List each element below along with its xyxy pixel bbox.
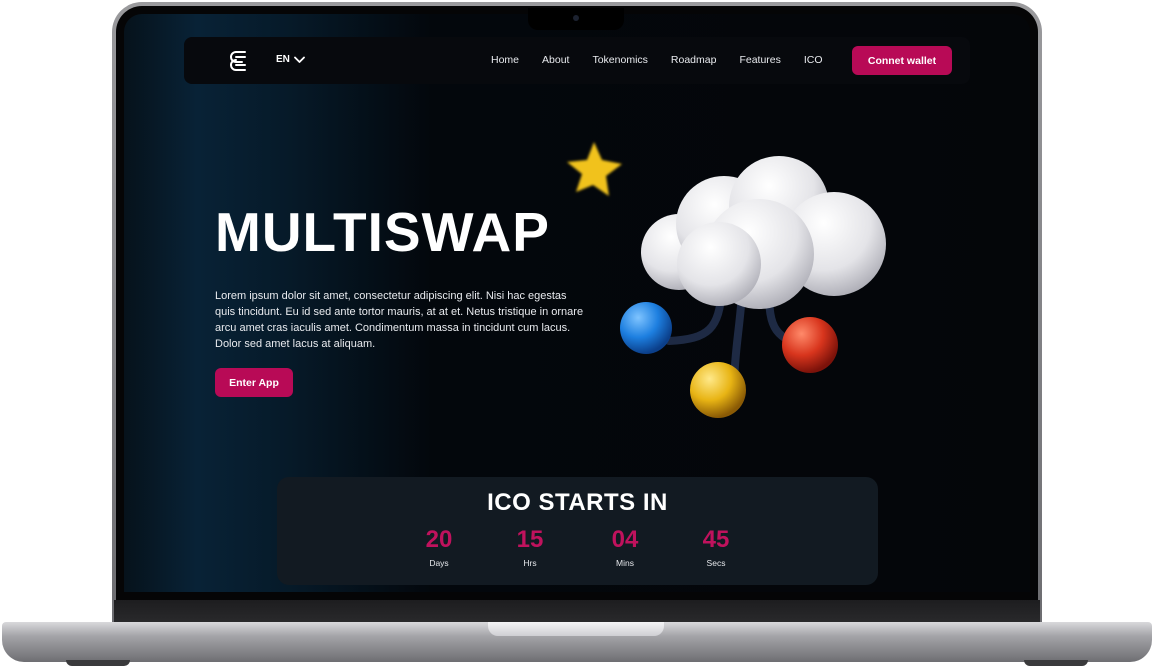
laptop-chin (114, 600, 1040, 624)
language-label: EN (276, 54, 290, 65)
connect-wallet-button[interactable]: Connet wallet (852, 46, 952, 75)
countdown-label: Days (429, 558, 449, 568)
laptop-opening-notch (488, 622, 664, 636)
camera-notch (528, 8, 624, 30)
countdown-value: 20 (425, 526, 453, 553)
laptop-screen: EN Home About Tokenomics Roadmap Feature… (124, 14, 1030, 592)
countdown-label: Hrs (523, 558, 537, 568)
nav-link-ico[interactable]: ICO (804, 54, 823, 66)
red-sphere (782, 317, 838, 373)
yellow-sphere (690, 362, 746, 418)
countdown-panel: ICO STARTS IN 20 Days 15 Hrs 04 Mins 45 … (277, 477, 878, 585)
countdown-value: 45 (702, 526, 730, 553)
countdown-minutes: 04 Mins (595, 526, 655, 568)
enter-app-button[interactable]: Enter App (215, 368, 293, 397)
laptop-foot-left (66, 660, 130, 666)
cloud-network-illustration (567, 142, 886, 418)
countdown-label: Secs (706, 558, 726, 568)
nav-links: Home About Tokenomics Roadmap Features I… (491, 54, 846, 66)
cloud-shape (641, 156, 886, 309)
laptop-foot-right (1024, 660, 1088, 666)
navbar: EN Home About Tokenomics Roadmap Feature… (184, 37, 970, 84)
countdown-value: 04 (611, 526, 639, 553)
stacked-e-logo-icon[interactable] (228, 49, 250, 73)
countdown-label: Mins (616, 558, 634, 568)
nav-link-about[interactable]: About (542, 54, 569, 66)
star-icon (567, 142, 622, 196)
language-selector[interactable]: EN (276, 54, 305, 65)
countdown-hours: 15 Hrs (500, 526, 560, 568)
hero-description: Lorem ipsum dolor sit amet, consectetur … (215, 290, 584, 350)
nav-link-home[interactable]: Home (491, 54, 519, 66)
countdown-days: 20 Days (409, 526, 469, 568)
nav-link-tokenomics[interactable]: Tokenomics (592, 54, 647, 66)
camera-icon (573, 15, 579, 21)
hero-title: MULTISWAP (215, 201, 550, 263)
countdown-title: ICO STARTS IN (487, 489, 668, 516)
nav-link-roadmap[interactable]: Roadmap (671, 54, 717, 66)
chevron-down-icon (294, 56, 305, 63)
countdown-seconds: 45 Secs (686, 526, 746, 568)
blue-sphere (620, 302, 672, 354)
nav-link-features[interactable]: Features (739, 54, 780, 66)
countdown-value: 15 (516, 526, 544, 553)
